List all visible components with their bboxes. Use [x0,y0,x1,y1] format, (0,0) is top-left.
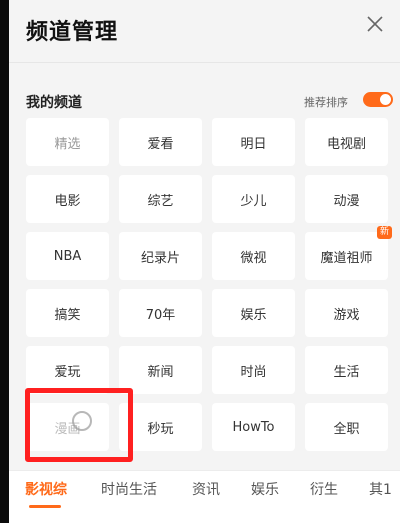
close-icon [367,16,383,32]
channel-tile[interactable]: 动漫 [305,175,388,223]
channel-tile[interactable]: 明日 [212,118,295,166]
channel-tile[interactable]: 70年 [119,289,202,337]
channel-label: 电视剧 [326,136,366,152]
channel-tile[interactable]: 秒玩 [119,403,202,451]
channel-label: 搞笑 [54,307,81,323]
channel-tile[interactable]: NBA [26,232,109,280]
channel-label: 微视 [240,250,267,266]
channel-tile[interactable]: 魔道祖师 新 [305,226,392,280]
channel-tile[interactable]: HowTo [212,403,295,451]
channel-tile[interactable]: 游戏 [305,289,388,337]
channel-label: 游戏 [333,307,360,323]
channel-label: 70年 [145,307,176,323]
category-tab-bar: 影视综 时尚生活 资讯 娱乐 衍生 其1 [9,470,400,523]
channel-label: 爱看 [147,136,174,152]
screen-edge [0,0,9,523]
channel-tile[interactable]: 电影 [26,175,109,223]
channel-label: 时尚 [240,364,267,380]
tab-yule[interactable]: 娱乐 [251,479,279,499]
touch-indicator [72,411,92,431]
channel-tile[interactable]: 时尚 [212,346,295,394]
channel-label: 少儿 [240,193,267,209]
channel-tile[interactable]: 综艺 [119,175,202,223]
page-title: 频道管理 [26,20,119,45]
channel-label: 纪录片 [140,250,180,266]
channel-tile[interactable]: 新闻 [119,346,202,394]
channel-label: 魔道祖师 [320,250,373,266]
header-divider [9,62,400,63]
channel-label: 秒玩 [147,421,174,437]
tab-zixun[interactable]: 资讯 [192,479,220,499]
recommend-sort-toggle[interactable] [363,92,393,107]
close-button[interactable] [365,14,385,34]
channel-tile[interactable]: 少儿 [212,175,295,223]
my-channels-title: 我的频道 [26,95,82,111]
channel-label: 生活 [333,364,360,380]
new-badge: 新 [376,226,392,239]
channel-label: 电影 [54,193,81,209]
active-tab-indicator [29,505,61,508]
channel-management-panel: 频道管理 我的频道 推荐排序 精选 爱看 明日 电视剧 电影 综艺 少儿 动漫 … [9,0,400,523]
tab-more[interactable]: 其1 [369,479,392,499]
channel-label: 爱玩 [54,364,81,380]
channel-tile[interactable]: 纪录片 [119,232,202,280]
sort-label: 推荐排序 [304,96,348,109]
channel-label: 娱乐 [240,307,267,323]
channel-label: HowTo [232,419,275,435]
channel-tile[interactable]: 娱乐 [212,289,295,337]
tab-yansheng[interactable]: 衍生 [310,479,338,499]
channel-tile[interactable]: 微视 [212,232,295,280]
channel-tile-manhua[interactable]: 漫画 [26,403,109,451]
channel-label: 综艺 [147,193,174,209]
tab-shishang-shenghuo[interactable]: 时尚生活 [101,479,157,499]
channel-tile[interactable]: 搞笑 [26,289,109,337]
channel-label: 明日 [240,136,267,152]
channel-tile[interactable]: 爱看 [119,118,202,166]
channel-label: 新闻 [147,364,174,380]
channel-label: 全职 [333,421,360,437]
channel-tile[interactable]: 电视剧 [305,118,388,166]
channel-tile[interactable]: 精选 [26,118,109,166]
channel-label: 动漫 [333,193,360,209]
channel-grid: 精选 爱看 明日 电视剧 电影 综艺 少儿 动漫 NBA 纪录片 微视 魔道祖师… [26,118,392,451]
tab-yingshizong[interactable]: 影视综 [25,479,67,499]
channel-tile[interactable]: 爱玩 [26,346,109,394]
channel-tile[interactable]: 全职 [305,403,388,451]
channel-tile[interactable]: 生活 [305,346,388,394]
channel-label: 精选 [54,136,81,152]
toggle-knob [380,94,391,105]
channel-label: NBA [53,248,82,264]
